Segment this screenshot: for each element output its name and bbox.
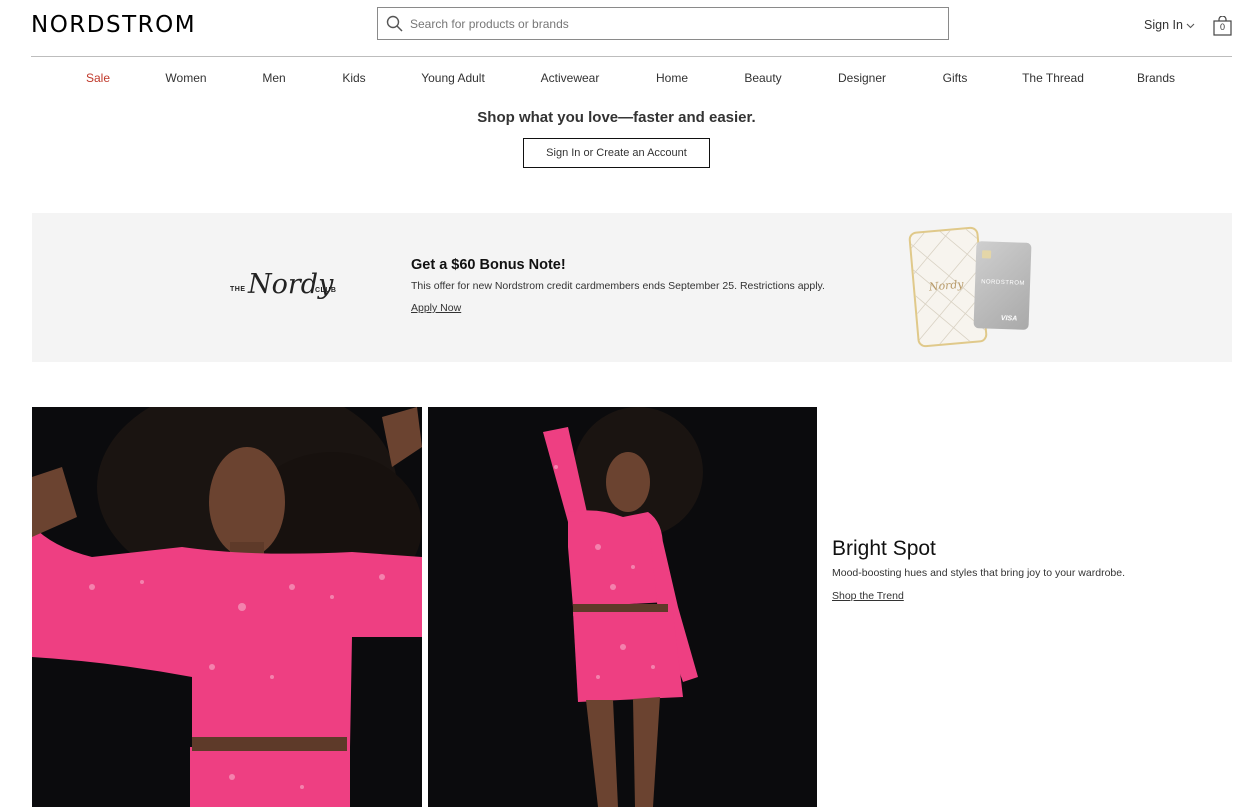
nordy-club-banner: THE Nordy CLUB Get a $60 Bonus Note! Thi… bbox=[32, 213, 1232, 362]
nav-item-men[interactable]: Men bbox=[262, 71, 285, 85]
nordy-logo-script: Nordy bbox=[248, 269, 334, 300]
nav-item-gifts[interactable]: Gifts bbox=[943, 71, 968, 85]
feature-description: Mood-boosting hues and styles that bring… bbox=[832, 567, 1126, 579]
nordstrom-credit-card-image: NORDSTROM VISA bbox=[973, 241, 1032, 330]
sign-in-menu[interactable]: Sign In bbox=[1144, 18, 1195, 32]
feature-title: Bright Spot bbox=[832, 537, 936, 560]
nav-item-kids[interactable]: Kids bbox=[342, 71, 365, 85]
nav-item-beauty[interactable]: Beauty bbox=[744, 71, 781, 85]
main-nav: Sale Women Men Kids Young Adult Activewe… bbox=[0, 71, 1246, 91]
search-input[interactable] bbox=[410, 8, 940, 39]
nav-item-the-thread[interactable]: The Thread bbox=[1022, 71, 1084, 85]
nav-item-young-adult[interactable]: Young Adult bbox=[421, 71, 485, 85]
signin-promo-heading: Shop what you love—faster and easier. bbox=[477, 109, 756, 126]
search-icon bbox=[386, 15, 403, 32]
nav-item-activewear[interactable]: Activewear bbox=[541, 71, 600, 85]
sign-in-label: Sign In bbox=[1144, 18, 1183, 32]
nordy-logo-the: THE bbox=[230, 286, 246, 293]
sign-in-create-account-button[interactable]: Sign In or Create an Account bbox=[523, 138, 710, 168]
site-header: NORDSTROM Sign In 0 bbox=[0, 0, 1246, 57]
banner-description: This offer for new Nordstrom credit card… bbox=[411, 280, 825, 292]
nordstrom-logo[interactable]: NORDSTROM bbox=[31, 12, 196, 38]
nav-item-sale[interactable]: Sale bbox=[86, 71, 110, 85]
model-pink-sequin-top-image bbox=[32, 407, 422, 807]
banner-title: Get a $60 Bonus Note! bbox=[411, 257, 566, 273]
chevron-down-icon bbox=[1186, 18, 1195, 32]
nav-item-home[interactable]: Home bbox=[656, 71, 688, 85]
header-divider bbox=[31, 56, 1232, 57]
nav-item-women[interactable]: Women bbox=[165, 71, 206, 85]
apply-now-link[interactable]: Apply Now bbox=[411, 302, 461, 314]
shop-the-trend-link[interactable]: Shop the Trend bbox=[832, 590, 904, 602]
bag-count: 0 bbox=[1219, 22, 1225, 32]
visa-logo: VISA bbox=[1000, 314, 1018, 323]
nordy-club-logo: THE Nordy CLUB bbox=[230, 269, 340, 309]
shopping-bag-button[interactable]: 0 bbox=[1213, 15, 1232, 36]
nav-item-brands[interactable]: Brands bbox=[1137, 71, 1175, 85]
card-chip-icon bbox=[981, 250, 992, 259]
search-bar[interactable] bbox=[377, 7, 949, 40]
nordy-logo-club: CLUB bbox=[315, 287, 337, 294]
nav-item-designer[interactable]: Designer bbox=[838, 71, 886, 85]
bright-spot-photo-left[interactable] bbox=[32, 407, 422, 807]
card-brand: NORDSTROM bbox=[980, 279, 1026, 287]
model-pink-sequin-set-image bbox=[428, 407, 817, 807]
bright-spot-photo-right[interactable] bbox=[428, 407, 817, 807]
